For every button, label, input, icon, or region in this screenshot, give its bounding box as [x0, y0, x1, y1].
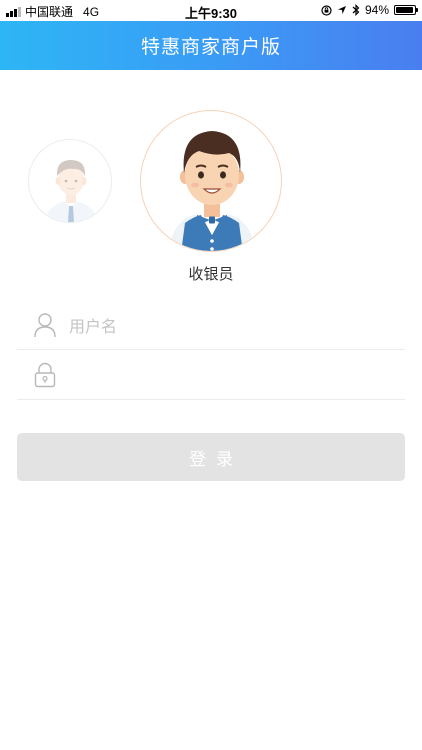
user-icon — [34, 313, 56, 338]
owner-avatar-icon — [43, 160, 99, 222]
password-row — [17, 350, 405, 400]
password-input[interactable] — [67, 360, 391, 392]
location-icon — [337, 6, 346, 14]
orientation-lock-icon — [321, 4, 332, 16]
page-title: 特惠商家商户版 — [140, 36, 281, 58]
cashier-avatar-icon — [169, 131, 255, 251]
role-avatar-owner[interactable] — [28, 139, 112, 223]
bluetooth-icon — [352, 4, 360, 16]
role-avatar-cashier[interactable] — [140, 110, 282, 252]
selected-role-label: 收银员 — [188, 265, 234, 283]
battery-icon — [394, 5, 418, 15]
lock-icon — [34, 362, 56, 388]
status-right: 94% — [321, 3, 418, 17]
login-screen: 中国联通 4G 上午9:30 94% 特惠商家商户版 收银员 用户名 登录 — [0, 0, 422, 750]
nav-bar: 特惠商家商户版 — [0, 21, 422, 70]
battery-percent: 94% — [364, 3, 389, 17]
battery-fill — [396, 7, 413, 13]
login-button[interactable]: 登录 — [17, 433, 405, 481]
username-row — [17, 300, 405, 350]
username-input[interactable] — [67, 310, 391, 342]
status-bar: 中国联通 4G 上午9:30 94% — [0, 0, 422, 21]
